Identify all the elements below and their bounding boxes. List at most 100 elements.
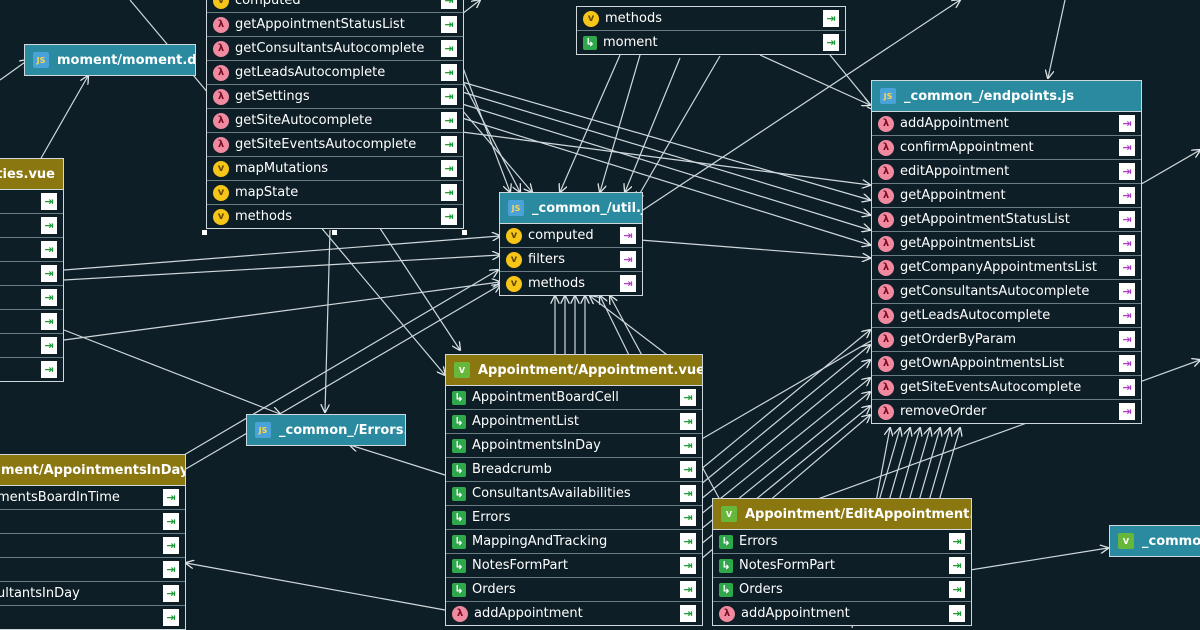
member-row[interactable]: v methods ⇥ <box>500 272 642 295</box>
member-row[interactable]: ⇥ <box>0 558 185 582</box>
import-arrow-icon[interactable]: ⇥ <box>680 557 696 574</box>
import-arrow-icon[interactable]: ⇥ <box>680 605 696 622</box>
member-row[interactable]: λ getOwnAppointmentsList ⇥ <box>872 352 1141 376</box>
import-arrow-icon[interactable]: ⇥ <box>680 413 696 430</box>
import-arrow-icon[interactable]: ⇥ <box>41 193 57 210</box>
member-row[interactable]: λ addAppointment ⇥ <box>446 602 702 625</box>
member-row[interactable]: ⇥ <box>0 534 185 558</box>
import-arrow-icon[interactable]: ⇥ <box>163 513 179 530</box>
node-edit-appointment-vue[interactable]: V Appointment/EditAppointment.vue ↳ Error… <box>712 498 972 626</box>
member-row[interactable]: ⇥ <box>0 310 63 334</box>
member-row[interactable]: λ getConsultantsAutocomplete ⇥ <box>872 280 1141 304</box>
import-arrow-icon[interactable]: ⇥ <box>949 581 965 598</box>
member-row[interactable]: v computed ⇥ <box>500 224 642 248</box>
import-arrow-icon[interactable]: ⇥ <box>41 289 57 306</box>
export-arrow-icon[interactable]: ⇥ <box>1119 235 1135 252</box>
member-row[interactable]: λ getAppointmentStatusList ⇥ <box>207 13 463 37</box>
node-appointments-in-day-vue[interactable]: ment/AppointmentsInDay.vue mentsBoardInT… <box>0 454 186 630</box>
member-row[interactable]: ⇥ <box>0 606 185 629</box>
member-row[interactable]: λ getSiteEventsAutocomplete ⇥ <box>872 376 1141 400</box>
member-row[interactable]: ↳ Breadcrumb ⇥ <box>446 458 702 482</box>
member-row[interactable]: λ getConsultantsAutocomplete ⇥ <box>207 37 463 61</box>
import-arrow-icon[interactable]: ⇥ <box>680 485 696 502</box>
import-arrow-icon[interactable]: ⇥ <box>680 533 696 550</box>
import-arrow-icon[interactable]: ⇥ <box>41 217 57 234</box>
import-arrow-icon[interactable]: ⇥ <box>680 437 696 454</box>
export-arrow-icon[interactable]: ⇥ <box>1119 163 1135 180</box>
member-row[interactable]: λ getOrderByParam ⇥ <box>872 328 1141 352</box>
member-row[interactable]: ⇥ <box>0 262 63 286</box>
import-arrow-icon[interactable]: ⇥ <box>949 605 965 622</box>
member-row[interactable]: λ getLeadsAutocomplete ⇥ <box>207 61 463 85</box>
member-row[interactable]: λ removeOrder ⇥ <box>872 400 1141 423</box>
member-row[interactable]: v computed ⇥ <box>207 0 463 13</box>
export-arrow-icon[interactable]: ⇥ <box>620 275 636 292</box>
node-top-component[interactable]: v computed ⇥ λ getAppointmentStatusList ⇥ λ get… <box>206 0 464 229</box>
member-row[interactable]: ⇥ <box>0 214 63 238</box>
import-arrow-icon[interactable]: ⇥ <box>441 136 457 153</box>
member-row[interactable]: ↳ AppointmentList ⇥ <box>446 410 702 434</box>
member-row[interactable]: λ getCompanyAppointmentsList ⇥ <box>872 256 1141 280</box>
member-row[interactable]: λ getAppointmentStatusList ⇥ <box>872 208 1141 232</box>
export-arrow-icon[interactable]: ⇥ <box>620 227 636 244</box>
import-arrow-icon[interactable]: ⇥ <box>441 184 457 201</box>
import-arrow-icon[interactable]: ⇥ <box>441 0 457 9</box>
member-row[interactable]: v methods ⇥ <box>207 205 463 228</box>
import-arrow-icon[interactable]: ⇥ <box>949 557 965 574</box>
import-arrow-icon[interactable]: ⇥ <box>949 533 965 550</box>
member-row[interactable]: ultantsInDay ⇥ <box>0 582 185 606</box>
node-top-right-component[interactable]: v methods ⇥ ↳ moment ⇥ <box>576 6 846 55</box>
export-arrow-icon[interactable]: ⇥ <box>1119 211 1135 228</box>
member-row[interactable]: v mapState ⇥ <box>207 181 463 205</box>
member-row[interactable]: ↳ moment ⇥ <box>577 31 845 54</box>
export-arrow-icon[interactable]: ⇥ <box>1119 379 1135 396</box>
member-row[interactable]: λ addAppointment ⇥ <box>713 602 971 625</box>
selection-handle[interactable] <box>332 230 337 235</box>
export-arrow-icon[interactable]: ⇥ <box>1119 331 1135 348</box>
export-arrow-icon[interactable]: ⇥ <box>1119 139 1135 156</box>
member-row[interactable]: ↳ Orders ⇥ <box>713 578 971 602</box>
import-arrow-icon[interactable]: ⇥ <box>441 88 457 105</box>
export-arrow-icon[interactable]: ⇥ <box>1119 307 1135 324</box>
member-row[interactable]: ↳ AppointmentBoardCell ⇥ <box>446 386 702 410</box>
node-moment-d-ts[interactable]: JS moment/moment.d.ts <box>24 44 196 76</box>
import-arrow-icon[interactable]: ⇥ <box>41 313 57 330</box>
member-row[interactable]: ↳ NotesFormPart ⇥ <box>446 554 702 578</box>
member-row[interactable]: λ confirmAppointment ⇥ <box>872 136 1141 160</box>
import-arrow-icon[interactable]: ⇥ <box>680 461 696 478</box>
member-row[interactable]: ⇥ <box>0 238 63 262</box>
import-arrow-icon[interactable]: ⇥ <box>441 40 457 57</box>
member-row[interactable]: ↳ AppointmentsInDay ⇥ <box>446 434 702 458</box>
member-row[interactable]: λ getSiteAutocomplete ⇥ <box>207 109 463 133</box>
member-row[interactable]: ⇥ <box>0 510 185 534</box>
member-row[interactable]: ↳ Errors ⇥ <box>713 530 971 554</box>
node-util-js[interactable]: JS _common_/util.js v computed ⇥ v filters ⇥ v… <box>499 192 643 296</box>
selection-handle[interactable] <box>202 230 207 235</box>
member-row[interactable]: λ getAppointment ⇥ <box>872 184 1141 208</box>
import-arrow-icon[interactable]: ⇥ <box>41 361 57 378</box>
selection-handle[interactable] <box>462 230 467 235</box>
import-arrow-icon[interactable]: ⇥ <box>823 34 839 51</box>
member-row[interactable]: v mapMutations ⇥ <box>207 157 463 181</box>
member-row[interactable]: ⇥ <box>0 358 63 381</box>
member-row[interactable]: ↳ NotesFormPart ⇥ <box>713 554 971 578</box>
member-row[interactable]: v filters ⇥ <box>500 248 642 272</box>
import-arrow-icon[interactable]: ⇥ <box>41 265 57 282</box>
member-row[interactable]: λ getSiteEventsAutocomplete ⇥ <box>207 133 463 157</box>
node-errors-js[interactable]: JS _common_/Errors.js <box>246 414 406 446</box>
import-arrow-icon[interactable]: ⇥ <box>163 489 179 506</box>
export-arrow-icon[interactable]: ⇥ <box>1119 115 1135 132</box>
import-arrow-icon[interactable]: ⇥ <box>441 208 457 225</box>
export-arrow-icon[interactable]: ⇥ <box>1119 403 1135 420</box>
member-row[interactable]: mentsBoardInTime ⇥ <box>0 486 185 510</box>
member-row[interactable]: λ editAppointment ⇥ <box>872 160 1141 184</box>
member-row[interactable]: ⇥ <box>0 286 63 310</box>
export-arrow-icon[interactable]: ⇥ <box>1119 355 1135 372</box>
import-arrow-icon[interactable]: ⇥ <box>163 561 179 578</box>
export-arrow-icon[interactable]: ⇥ <box>1119 259 1135 276</box>
import-arrow-icon[interactable]: ⇥ <box>441 112 457 129</box>
import-arrow-icon[interactable]: ⇥ <box>823 10 839 27</box>
export-arrow-icon[interactable]: ⇥ <box>1119 283 1135 300</box>
import-arrow-icon[interactable]: ⇥ <box>441 160 457 177</box>
import-arrow-icon[interactable]: ⇥ <box>163 537 179 554</box>
